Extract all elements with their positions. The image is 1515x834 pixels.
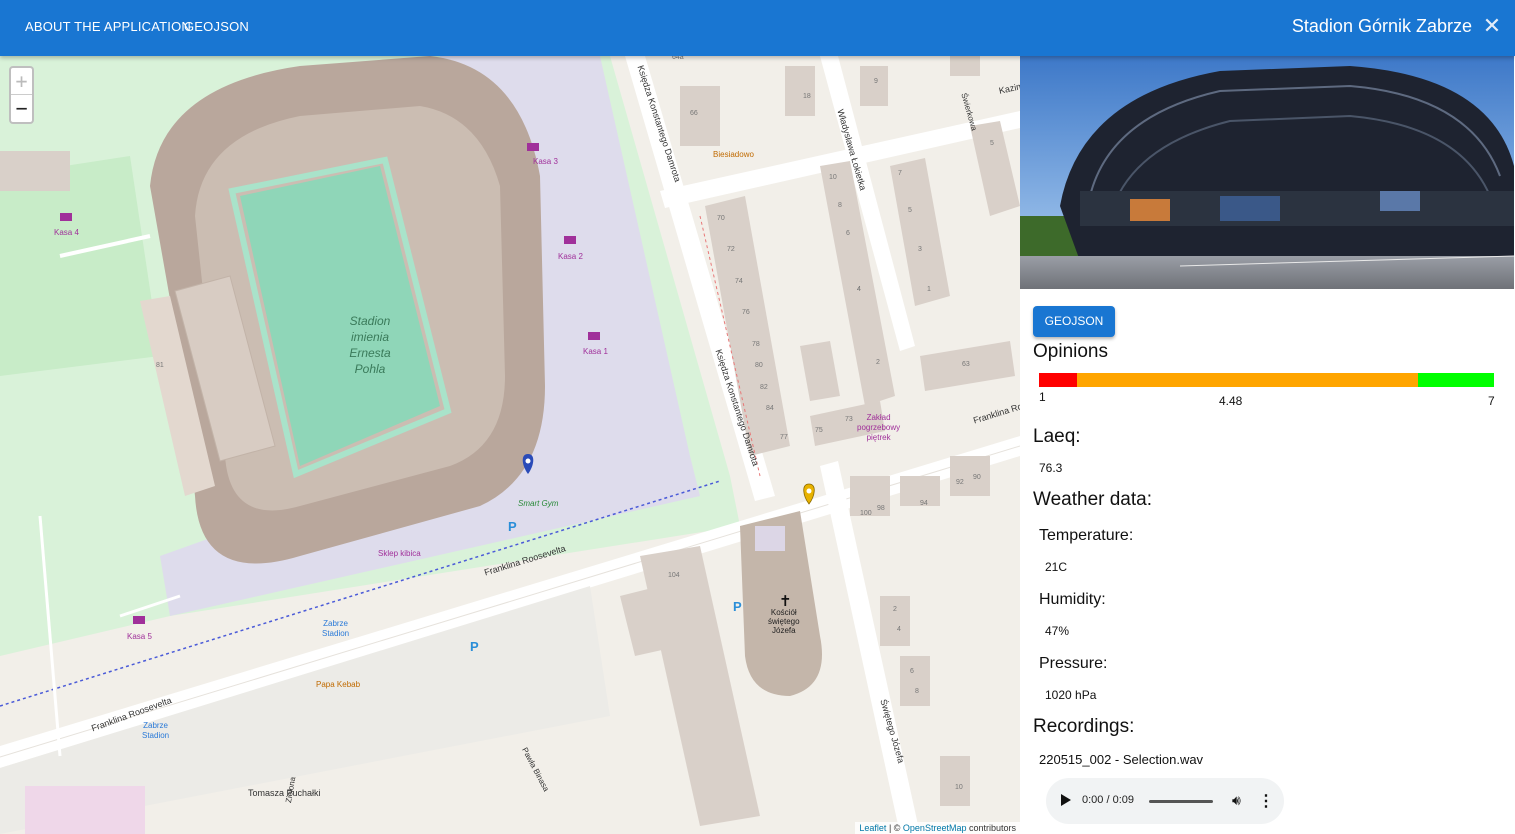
stadium-photo — [1020, 56, 1514, 289]
house-number: 75 — [815, 427, 823, 434]
opinions-segment-mid — [1076, 373, 1419, 387]
osm-link[interactable]: OpenStreetMap — [903, 823, 967, 833]
house-number: 2 — [876, 359, 880, 366]
map-label-kasa2: Kasa 2 — [558, 252, 583, 261]
house-number: 74 — [735, 278, 743, 285]
house-number: 84 — [766, 405, 774, 412]
close-icon[interactable]: ✕ — [1482, 15, 1502, 37]
pressure-label: Pressure: — [1039, 655, 1108, 672]
map-label-smart-gym: Smart Gym — [518, 499, 559, 508]
opinions-segment-high — [1418, 373, 1494, 387]
house-number: 5 — [908, 207, 912, 214]
house-number: 100 — [860, 510, 872, 517]
house-number: 80 — [755, 362, 763, 369]
house-number: 64a — [672, 56, 684, 61]
house-number: 66 — [690, 110, 698, 117]
house-number: 3 — [918, 246, 922, 253]
opinions-min: 1 — [1039, 390, 1046, 404]
more-vert-icon[interactable]: ⋮ — [1258, 791, 1274, 811]
zoom-out-button[interactable]: − — [11, 95, 32, 122]
map-view[interactable]: P P P ✝ Stadion imienia Ernesta Pohla Ka… — [0, 56, 1020, 834]
leaflet-link[interactable]: Leaflet — [859, 823, 886, 833]
house-number: 7 — [898, 170, 902, 177]
temperature-label: Temperature: — [1039, 527, 1134, 544]
house-number: 2 — [893, 606, 897, 613]
details-panel: GEOJSON Opinions 1 4.48 7 Laeq: 76.3 Wea… — [1020, 56, 1515, 834]
svg-text:P: P — [733, 599, 742, 614]
map-label-zaklad: Zakład pogrzebowy piętrek — [857, 413, 901, 442]
map-attribution: Leaflet | © OpenStreetMap contributors — [855, 822, 1020, 834]
house-number: 76 — [742, 309, 750, 316]
house-number: 6 — [846, 230, 850, 237]
map-label-kasa1: Kasa 1 — [583, 347, 608, 356]
map-label-kasa4: Kasa 4 — [54, 228, 79, 237]
house-number: 4 — [897, 626, 901, 633]
house-number: 9 — [874, 78, 878, 85]
app-bar: ABOUT THE APPLICATION GEOJSON Stadion Gó… — [0, 0, 1515, 56]
house-number: 6 — [910, 668, 914, 675]
house-number: 81 — [156, 362, 164, 369]
house-number: 92 — [956, 479, 964, 486]
svg-text:P: P — [508, 519, 517, 534]
opinions-max: 7 — [1488, 394, 1495, 408]
temperature-value: 21C — [1045, 560, 1068, 574]
map-label-sklep: Sklep kibica — [378, 549, 421, 558]
house-number: 94 — [920, 500, 928, 507]
map-label-kasa5: Kasa 5 — [127, 632, 152, 641]
play-icon[interactable] — [1061, 794, 1071, 806]
house-number: 63 — [962, 361, 970, 368]
house-number: 72 — [727, 246, 735, 253]
opinions-bar — [1039, 373, 1494, 387]
audio-player: 0:00 / 0:09 🔊︎ ⋮ — [1046, 778, 1284, 824]
house-number: 8 — [838, 202, 842, 209]
opinions-segment-low — [1039, 373, 1077, 387]
house-number: 78 — [752, 341, 760, 348]
humidity-label: Humidity: — [1039, 591, 1106, 608]
house-number: 82 — [760, 384, 768, 391]
weather-heading: Weather data: — [1033, 489, 1153, 510]
house-number: 90 — [973, 474, 981, 481]
house-number: 104 — [668, 572, 680, 579]
house-number: 10 — [955, 784, 963, 791]
svg-text:P: P — [470, 639, 479, 654]
house-number: 73 — [845, 416, 853, 423]
map-tiles[interactable]: P P P ✝ — [0, 56, 1020, 834]
house-number: 77 — [780, 434, 788, 441]
map-label-biesiadowo: Biesiadowo — [713, 150, 754, 159]
audio-seek-bar[interactable] — [1149, 800, 1213, 803]
pressure-value: 1020 hPa — [1045, 688, 1097, 702]
opinions-heading: Opinions — [1033, 341, 1108, 362]
house-number: 1 — [927, 286, 931, 293]
house-number: 10 — [829, 174, 837, 181]
attribution-separator: | © — [886, 823, 903, 833]
recordings-heading: Recordings: — [1033, 716, 1135, 737]
geojson-button[interactable]: GEOJSON — [1033, 306, 1115, 337]
map-label-zabrze-stadion-1: Zabrze Stadion — [322, 619, 350, 638]
page-title: Stadion Górnik Zabrze — [1291, 16, 1472, 36]
house-number: 5 — [990, 140, 994, 147]
map-label-papa-kebab: Papa Kebab — [316, 680, 361, 689]
map-label-kosciol: Kościół świętego Józefa — [768, 608, 800, 635]
laeq-heading: Laeq: — [1033, 426, 1081, 447]
house-number: 4 — [857, 286, 861, 293]
laeq-value: 76.3 — [1039, 461, 1063, 475]
zoom-in-button[interactable]: + — [11, 68, 32, 95]
zoom-control: + − — [9, 66, 34, 124]
nav-geojson-button[interactable]: GEOJSON — [184, 19, 249, 34]
house-number: 70 — [717, 215, 725, 222]
map-label-kasa3: Kasa 3 — [533, 157, 558, 166]
house-number: 18 — [803, 93, 811, 100]
opinions-average: 4.48 — [1219, 394, 1243, 408]
nav-about-button[interactable]: ABOUT THE APPLICATION — [25, 19, 191, 34]
house-number: 8 — [915, 688, 919, 695]
humidity-value: 47% — [1045, 624, 1070, 638]
audio-time: 0:00 / 0:09 — [1082, 794, 1134, 806]
recording-filename: 220515_002 - Selection.wav — [1039, 752, 1204, 767]
house-number: 98 — [877, 505, 885, 512]
map-label-zabrze-stadion-2: Zabrze Stadion — [142, 721, 170, 740]
map-label-stadium: Stadion imienia Ernesta Pohla — [349, 314, 391, 376]
attribution-tail: contributors — [966, 823, 1016, 833]
volume-icon[interactable]: 🔊︎ — [1232, 792, 1241, 809]
